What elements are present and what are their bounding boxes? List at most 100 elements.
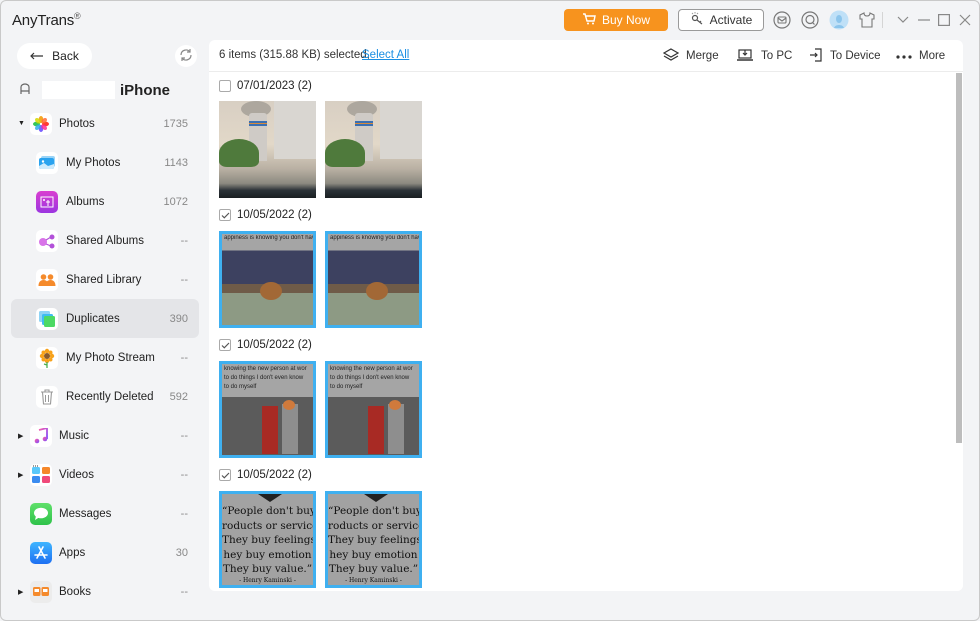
sidebar-item-albums[interactable]: Albums 1072 [11, 182, 199, 221]
back-button[interactable]: Back [17, 43, 92, 69]
maximize-button[interactable] [935, 10, 953, 30]
sidebar-item-label: Recently Deleted [66, 390, 154, 403]
my-photos-icon [36, 151, 58, 174]
sidebar-item-label: Messages [59, 507, 112, 520]
close-button[interactable] [956, 10, 974, 30]
merge-label: Merge [686, 50, 719, 62]
quote-line: They buy feelings [222, 534, 313, 546]
more-button[interactable]: More [896, 48, 945, 64]
photo-thumbnail[interactable] [219, 101, 316, 198]
quote-image: “People don't buy roducts or service The… [222, 494, 313, 585]
group-checkbox[interactable] [219, 339, 231, 351]
photo-thumbnail[interactable]: knowing the new person at wor to do thin… [325, 361, 422, 458]
support-icon[interactable] [800, 10, 820, 30]
sidebar-item-label: Albums [66, 195, 105, 208]
sidebar-item-my-photos[interactable]: My Photos 1143 [11, 143, 199, 182]
device-selector[interactable]: iPhone [19, 79, 170, 101]
caption-line: knowing the new person at wor [330, 366, 413, 372]
device-name-redacted [42, 81, 115, 99]
caption-line: to do myself [330, 384, 363, 390]
photo-thumbnail[interactable]: appiness is knowing you don't hav set an… [325, 231, 422, 328]
quote-line: hey buy emotion [223, 548, 312, 561]
sidebar-item-messages[interactable]: Messages -- [11, 494, 199, 533]
photo-thumbnail[interactable]: knowing the new person at wor to do thin… [219, 361, 316, 458]
sidebar-nav: ▼ Photos 1735 My Photos 1143 Albums 1072… [11, 104, 199, 611]
sidebar-item-count: -- [180, 468, 188, 481]
scrollbar-thumb[interactable] [956, 73, 962, 443]
sidebar-item-apps[interactable]: Apps 30 [11, 533, 199, 572]
sidebar-item-count: -- [180, 351, 188, 364]
mail-icon[interactable] [772, 10, 792, 30]
buy-now-button[interactable]: Buy Now [564, 9, 668, 31]
key-icon [690, 11, 704, 29]
caret-down-icon[interactable]: ▼ [18, 120, 25, 127]
sidebar-item-label: Videos [59, 468, 94, 481]
shared-library-icon [36, 268, 58, 291]
power-plant-image [219, 101, 316, 198]
photo-thumbnail[interactable]: “People don't buy roducts or service The… [219, 491, 316, 588]
main-panel: 6 items (315.88 KB) selected, Select All… [209, 40, 963, 591]
duplicates-icon [36, 307, 58, 330]
app-window: AnyTrans® Buy Now Activate Back iPhone ▼… [0, 0, 980, 621]
caption-line: to do things I don't even know [224, 375, 304, 381]
group-checkbox[interactable] [219, 209, 231, 221]
sidebar-item-count: 1143 [164, 156, 188, 169]
group-header: 10/05/2022 (2) [219, 467, 312, 483]
to-pc-button[interactable]: To PC [736, 48, 792, 64]
sidebar-item-music[interactable]: ▶ Music -- [11, 416, 199, 455]
photo-thumbnail[interactable] [325, 101, 422, 198]
layers-icon [662, 47, 680, 65]
content-toolbar: 6 items (315.88 KB) selected, Select All… [209, 40, 963, 72]
music-icon [30, 424, 52, 447]
avatar-icon[interactable] [829, 10, 849, 30]
shared-albums-icon [36, 229, 58, 252]
group-checkbox[interactable] [219, 469, 231, 481]
sidebar-item-photos[interactable]: ▼ Photos 1735 [11, 104, 199, 143]
back-label: Back [52, 49, 79, 63]
sidebar-item-shared-library[interactable]: Shared Library -- [11, 260, 199, 299]
photo-thumbnail[interactable]: “People don't buy roducts or service The… [325, 491, 422, 588]
videos-icon [30, 463, 52, 486]
caret-right-icon[interactable]: ▶ [18, 471, 23, 479]
sidebar-item-label: My Photo Stream [66, 351, 155, 364]
sidebar-item-duplicates[interactable]: Duplicates 390 [11, 299, 199, 338]
caret-right-icon[interactable]: ▶ [18, 432, 23, 440]
dropdown-menu-icon[interactable] [894, 10, 912, 30]
group-header: 10/05/2022 (2) [219, 207, 312, 223]
sidebar-item-count: -- [180, 429, 188, 442]
sidebar-item-books[interactable]: ▶ Books -- [11, 572, 199, 611]
refresh-button[interactable] [175, 45, 197, 67]
activate-button[interactable]: Activate [678, 9, 764, 31]
sidebar-item-label: Duplicates [66, 312, 120, 325]
app-title: AnyTrans® [12, 11, 81, 29]
group-checkbox[interactable] [219, 80, 231, 92]
quote-text: “People don't buy roducts or service The… [328, 504, 419, 577]
group-header: 10/05/2022 (2) [219, 337, 312, 353]
device-name: iPhone [120, 81, 171, 99]
photo-thumbnail[interactable]: appiness is knowing you don't hav set an… [219, 231, 316, 328]
caret-right-icon[interactable]: ▶ [18, 588, 23, 596]
sidebar-item-my-photo-stream[interactable]: My Photo Stream -- [11, 338, 199, 377]
jerry-meme-image: appiness is knowing you don't hav set an… [222, 234, 313, 325]
arrow-left-icon [30, 49, 44, 63]
titlebar-divider [882, 12, 883, 28]
merge-button[interactable]: Merge [662, 47, 719, 65]
photo-stream-icon [36, 346, 58, 369]
sidebar-item-recently-deleted[interactable]: Recently Deleted 592 [11, 377, 199, 416]
sidebar-item-label: Apps [59, 546, 86, 559]
sidebar-item-videos[interactable]: ▶ Videos -- [11, 455, 199, 494]
quote-line: They buy value.” [222, 563, 313, 575]
to-device-button[interactable]: To Device [809, 47, 881, 64]
trademark: ® [74, 11, 81, 21]
skin-shirt-icon[interactable] [857, 10, 877, 30]
sidebar-item-shared-albums[interactable]: Shared Albums -- [11, 221, 199, 260]
select-all-link[interactable]: Select All [362, 49, 409, 61]
checkmark-icon [221, 472, 229, 479]
minimize-button[interactable] [915, 10, 933, 30]
sidebar-item-label: Books [59, 585, 91, 598]
sidebar-item-count: 1072 [163, 195, 188, 208]
sidebar-item-count: 30 [175, 546, 188, 559]
refresh-icon [179, 48, 193, 65]
selection-summary: 6 items (315.88 KB) selected, [219, 49, 370, 61]
messages-icon [30, 502, 52, 525]
